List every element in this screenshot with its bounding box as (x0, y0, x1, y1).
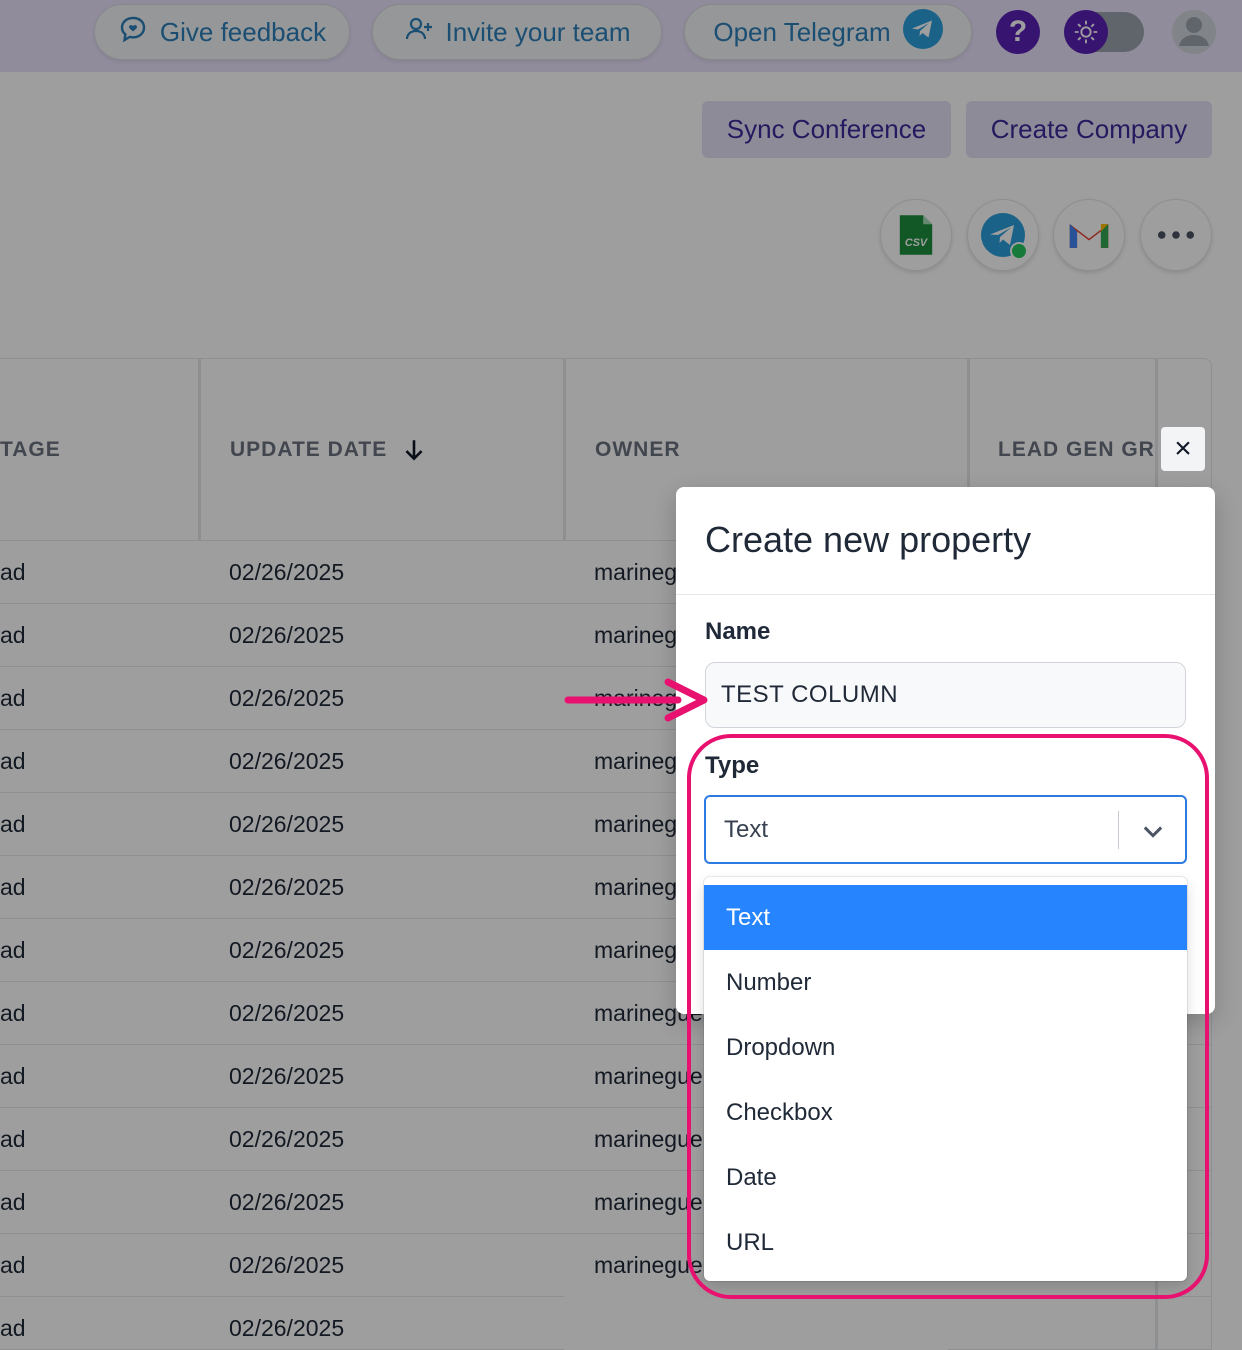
modal-divider (676, 594, 1215, 595)
name-input[interactable]: TEST COLUMN (705, 662, 1186, 728)
name-input-value: TEST COLUMN (721, 681, 899, 708)
close-icon: × (1174, 432, 1192, 465)
modal-title: Create new property (705, 519, 1032, 560)
annotation-arrow-icon (564, 678, 708, 722)
name-label: Name (705, 618, 771, 645)
close-button[interactable]: × (1161, 427, 1205, 471)
annotation-highlight (687, 734, 1209, 1299)
